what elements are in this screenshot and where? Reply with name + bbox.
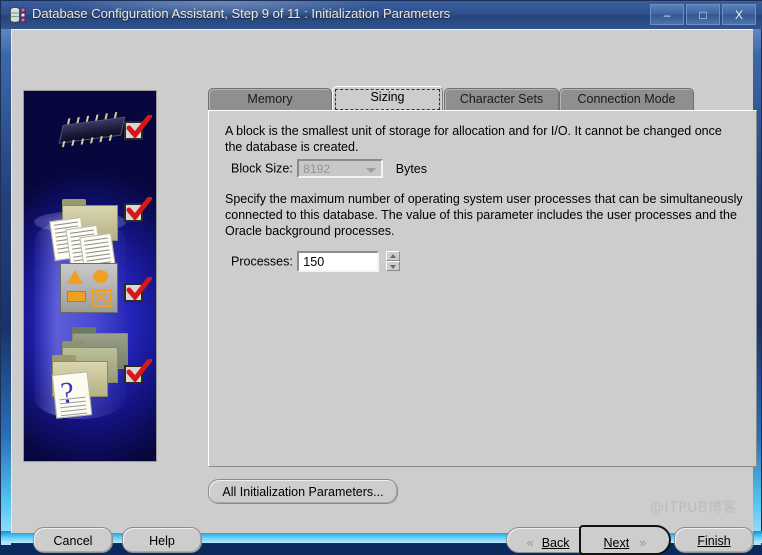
sizing-tab-panel: A block is the smallest unit of storage …	[208, 110, 757, 467]
stepper-down-icon[interactable]	[385, 261, 400, 271]
help-button[interactable]: Help	[122, 527, 202, 553]
cancel-button[interactable]: Cancel	[33, 527, 113, 553]
next-label: Next	[603, 536, 630, 550]
tab-character-sets[interactable]: Character Sets	[444, 88, 559, 110]
back-label: Back	[541, 536, 570, 550]
block-size-row: Block Size: 8192 Bytes	[231, 159, 427, 178]
tab-memory[interactable]: Memory	[208, 88, 332, 110]
title-bar[interactable]: Database Configuration Assistant, Step 9…	[1, 1, 762, 29]
tab-character-sets-label: Character Sets	[459, 92, 544, 106]
tab-connection-mode-label: Connection Mode	[577, 92, 676, 106]
close-button[interactable]: X	[722, 4, 756, 25]
chevron-right-icon: »	[639, 535, 647, 550]
processes-row: Processes: 150	[231, 251, 400, 272]
chevron-down-icon	[366, 168, 377, 173]
unknown-document-icon: ?	[51, 371, 93, 419]
step-complete-check-icon	[124, 197, 152, 225]
tab-connection-mode[interactable]: Connection Mode	[559, 88, 694, 110]
window-title: Database Configuration Assistant, Step 9…	[32, 6, 451, 21]
processes-value: 150	[303, 255, 325, 269]
tab-sizing[interactable]: Sizing	[332, 86, 443, 110]
processes-input[interactable]: 150	[297, 251, 380, 272]
maximize-button[interactable]: □	[686, 4, 720, 25]
minimize-icon: –	[663, 8, 671, 22]
block-size-description: A block is the smallest unit of storage …	[225, 124, 722, 154]
database-icon	[9, 6, 27, 24]
finish-label: Finish	[697, 534, 731, 548]
tab-memory-label: Memory	[247, 92, 293, 106]
tab-focus-outline	[335, 89, 440, 110]
watermark: @ITPUB博客	[650, 500, 737, 516]
block-size-units-label: Bytes	[395, 161, 428, 176]
finish-button[interactable]: Finish	[674, 527, 754, 553]
block-size-select[interactable]: 8192	[297, 159, 384, 178]
help-label: Help	[149, 534, 175, 548]
step-complete-check-icon	[124, 115, 152, 143]
stepper-up-icon[interactable]	[385, 251, 400, 261]
cancel-label: Cancel	[53, 534, 93, 548]
minimize-button[interactable]: –	[650, 4, 684, 25]
processes-label: Processes:	[231, 254, 293, 269]
window-border-left	[1, 1, 11, 545]
step-complete-check-icon	[124, 277, 152, 305]
step-complete-check-icon	[124, 359, 152, 387]
block-size-label: Block Size:	[231, 161, 293, 176]
application-window: Database Configuration Assistant, Step 9…	[0, 0, 762, 555]
all-initialization-parameters-label: All Initialization Parameters...	[222, 485, 384, 499]
schema-objects-icon	[60, 263, 118, 313]
chevron-left-icon: «	[526, 535, 534, 550]
processes-description: Specify the maximum number of operating …	[225, 192, 743, 238]
block-size-value: 8192	[303, 162, 330, 176]
wizard-illustration: ?	[23, 90, 157, 462]
dialog-client-area: ? Memory Sizing Character Sets Connectio…	[11, 29, 757, 555]
back-button[interactable]: « Back	[506, 527, 590, 553]
processes-stepper[interactable]	[385, 251, 400, 272]
close-icon: X	[734, 8, 743, 22]
memory-chip-icon	[49, 110, 131, 150]
maximize-icon: □	[699, 8, 707, 22]
all-initialization-parameters-button[interactable]: All Initialization Parameters...	[208, 479, 398, 504]
next-button[interactable]: Next »	[579, 525, 671, 555]
navigation-button-group: « Back Next »	[506, 525, 671, 555]
